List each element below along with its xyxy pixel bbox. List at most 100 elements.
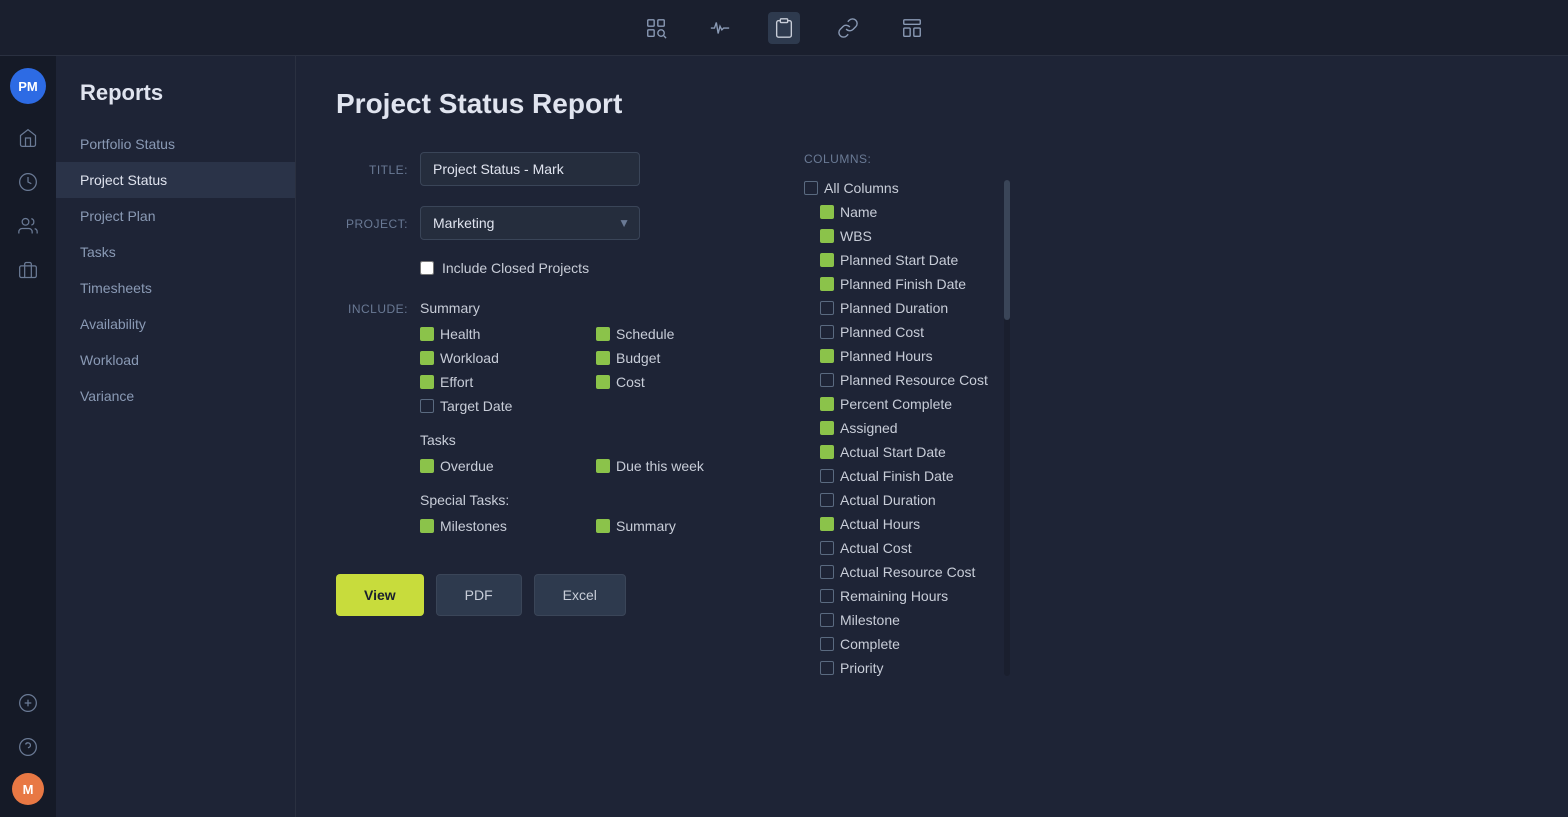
target-date-label: Target Date (440, 398, 512, 414)
priority-checkbox[interactable] (820, 661, 834, 675)
sidebar-item-availability[interactable]: Availability (56, 306, 295, 342)
cb-effort: Effort (420, 374, 580, 390)
planned-resource-cost-checkbox[interactable] (820, 373, 834, 387)
wbs-checkbox-checked[interactable] (820, 229, 834, 243)
remaining-hours-checkbox[interactable] (820, 589, 834, 603)
sidebar-item-workload[interactable]: Workload (56, 342, 295, 378)
complete-label: Complete (840, 636, 900, 652)
sidebar-item-tasks[interactable]: Tasks (56, 234, 295, 270)
planned-hours-checkbox-checked[interactable] (820, 349, 834, 363)
app-logo[interactable]: PM (10, 68, 46, 104)
columns-label: COLUMNS: (804, 152, 1528, 166)
remaining-hours-label: Remaining Hours (840, 588, 948, 604)
nav-help-icon[interactable] (10, 729, 46, 765)
milestone-checkbox[interactable] (820, 613, 834, 627)
toolbar (0, 0, 1568, 56)
planned-finish-date-checkbox-checked[interactable] (820, 277, 834, 291)
all-columns-checkbox[interactable] (804, 181, 818, 195)
health-checkbox-checked[interactable] (420, 327, 434, 341)
sidebar-item-variance[interactable]: Variance (56, 378, 295, 414)
planned-cost-checkbox[interactable] (820, 325, 834, 339)
actual-hours-checkbox-checked[interactable] (820, 517, 834, 531)
nav-users-icon[interactable] (10, 208, 46, 244)
summary-checkbox-checked[interactable] (596, 519, 610, 533)
sidebar-item-timesheets[interactable]: Timesheets (56, 270, 295, 306)
toolbar-clipboard-icon[interactable] (768, 12, 800, 44)
workload-label: Workload (440, 350, 499, 366)
cb-target-date: Target Date (420, 398, 580, 414)
actual-start-date-checkbox-checked[interactable] (820, 445, 834, 459)
assigned-checkbox-checked[interactable] (820, 421, 834, 435)
include-closed-checkbox[interactable] (420, 261, 434, 275)
sidebar-item-portfolio-status[interactable]: Portfolio Status (56, 126, 295, 162)
sidebar-item-project-plan[interactable]: Project Plan (56, 198, 295, 234)
project-select[interactable]: Marketing Development Design (420, 206, 640, 240)
cost-checkbox-checked[interactable] (596, 375, 610, 389)
nav-add-icon[interactable] (10, 685, 46, 721)
view-button[interactable]: View (336, 574, 424, 616)
columns-section: COLUMNS: All Columns Name (804, 152, 1528, 676)
nav-clock-icon[interactable] (10, 164, 46, 200)
planned-duration-checkbox[interactable] (820, 301, 834, 315)
actual-cost-checkbox[interactable] (820, 541, 834, 555)
col-all-columns: All Columns (804, 180, 988, 196)
milestones-checkbox-checked[interactable] (420, 519, 434, 533)
columns-scrollbar[interactable] (1004, 180, 1010, 676)
user-avatar[interactable]: M (12, 773, 44, 805)
assigned-label: Assigned (840, 420, 898, 436)
col-priority: Priority (820, 660, 988, 676)
due-this-week-checkbox-checked[interactable] (596, 459, 610, 473)
include-closed-label: Include Closed Projects (442, 260, 589, 276)
toolbar-layout-icon[interactable] (896, 12, 928, 44)
budget-checkbox-checked[interactable] (596, 351, 610, 365)
name-checkbox-checked[interactable] (820, 205, 834, 219)
cb-summary: Summary (596, 518, 756, 534)
include-label: INCLUDE: (336, 300, 408, 534)
milestone-label: Milestone (840, 612, 900, 628)
include-content: Summary Health Schedule (420, 300, 756, 534)
columns-scrollbar-thumb (1004, 180, 1010, 320)
content-area: Project Status Report TITLE: PROJECT: Ma… (296, 56, 1568, 817)
actual-resource-cost-label: Actual Resource Cost (840, 564, 975, 580)
actual-cost-label: Actual Cost (840, 540, 912, 556)
actual-finish-date-checkbox[interactable] (820, 469, 834, 483)
schedule-label: Schedule (616, 326, 674, 342)
summary-title: Summary (420, 300, 756, 316)
effort-checkbox-checked[interactable] (420, 375, 434, 389)
toolbar-link-icon[interactable] (832, 12, 864, 44)
planned-start-date-label: Planned Start Date (840, 252, 958, 268)
col-planned-hours: Planned Hours (820, 348, 988, 364)
col-actual-start-date: Actual Start Date (820, 444, 988, 460)
overdue-checkbox-checked[interactable] (420, 459, 434, 473)
nav-briefcase-icon[interactable] (10, 252, 46, 288)
cb-overdue: Overdue (420, 458, 580, 474)
cb-schedule: Schedule (596, 326, 756, 342)
cb-cost: Cost (596, 374, 756, 390)
complete-checkbox[interactable] (820, 637, 834, 651)
schedule-checkbox-checked[interactable] (596, 327, 610, 341)
sidebar-item-project-status[interactable]: Project Status (56, 162, 295, 198)
workload-checkbox-checked[interactable] (420, 351, 434, 365)
percent-complete-checkbox-checked[interactable] (820, 397, 834, 411)
toolbar-pulse-icon[interactable] (704, 12, 736, 44)
target-date-checkbox[interactable] (420, 399, 434, 413)
project-label: PROJECT: (336, 217, 408, 231)
title-input[interactable] (420, 152, 640, 186)
planned-start-date-checkbox-checked[interactable] (820, 253, 834, 267)
percent-complete-label: Percent Complete (840, 396, 952, 412)
sidebar-title: Reports (56, 80, 295, 126)
excel-button[interactable]: Excel (534, 574, 626, 616)
page-title: Project Status Report (336, 88, 1528, 120)
planned-hours-label: Planned Hours (840, 348, 933, 364)
wbs-label: WBS (840, 228, 872, 244)
form-left: TITLE: PROJECT: Marketing Development De… (336, 152, 756, 676)
col-planned-cost: Planned Cost (820, 324, 988, 340)
nav-home-icon[interactable] (10, 120, 46, 156)
actual-duration-checkbox[interactable] (820, 493, 834, 507)
pdf-button[interactable]: PDF (436, 574, 522, 616)
toolbar-search-zoom-icon[interactable] (640, 12, 672, 44)
project-select-wrapper: Marketing Development Design ▼ (420, 206, 640, 240)
actual-resource-cost-checkbox[interactable] (820, 565, 834, 579)
col-actual-resource-cost: Actual Resource Cost (820, 564, 988, 580)
actual-duration-label: Actual Duration (840, 492, 936, 508)
